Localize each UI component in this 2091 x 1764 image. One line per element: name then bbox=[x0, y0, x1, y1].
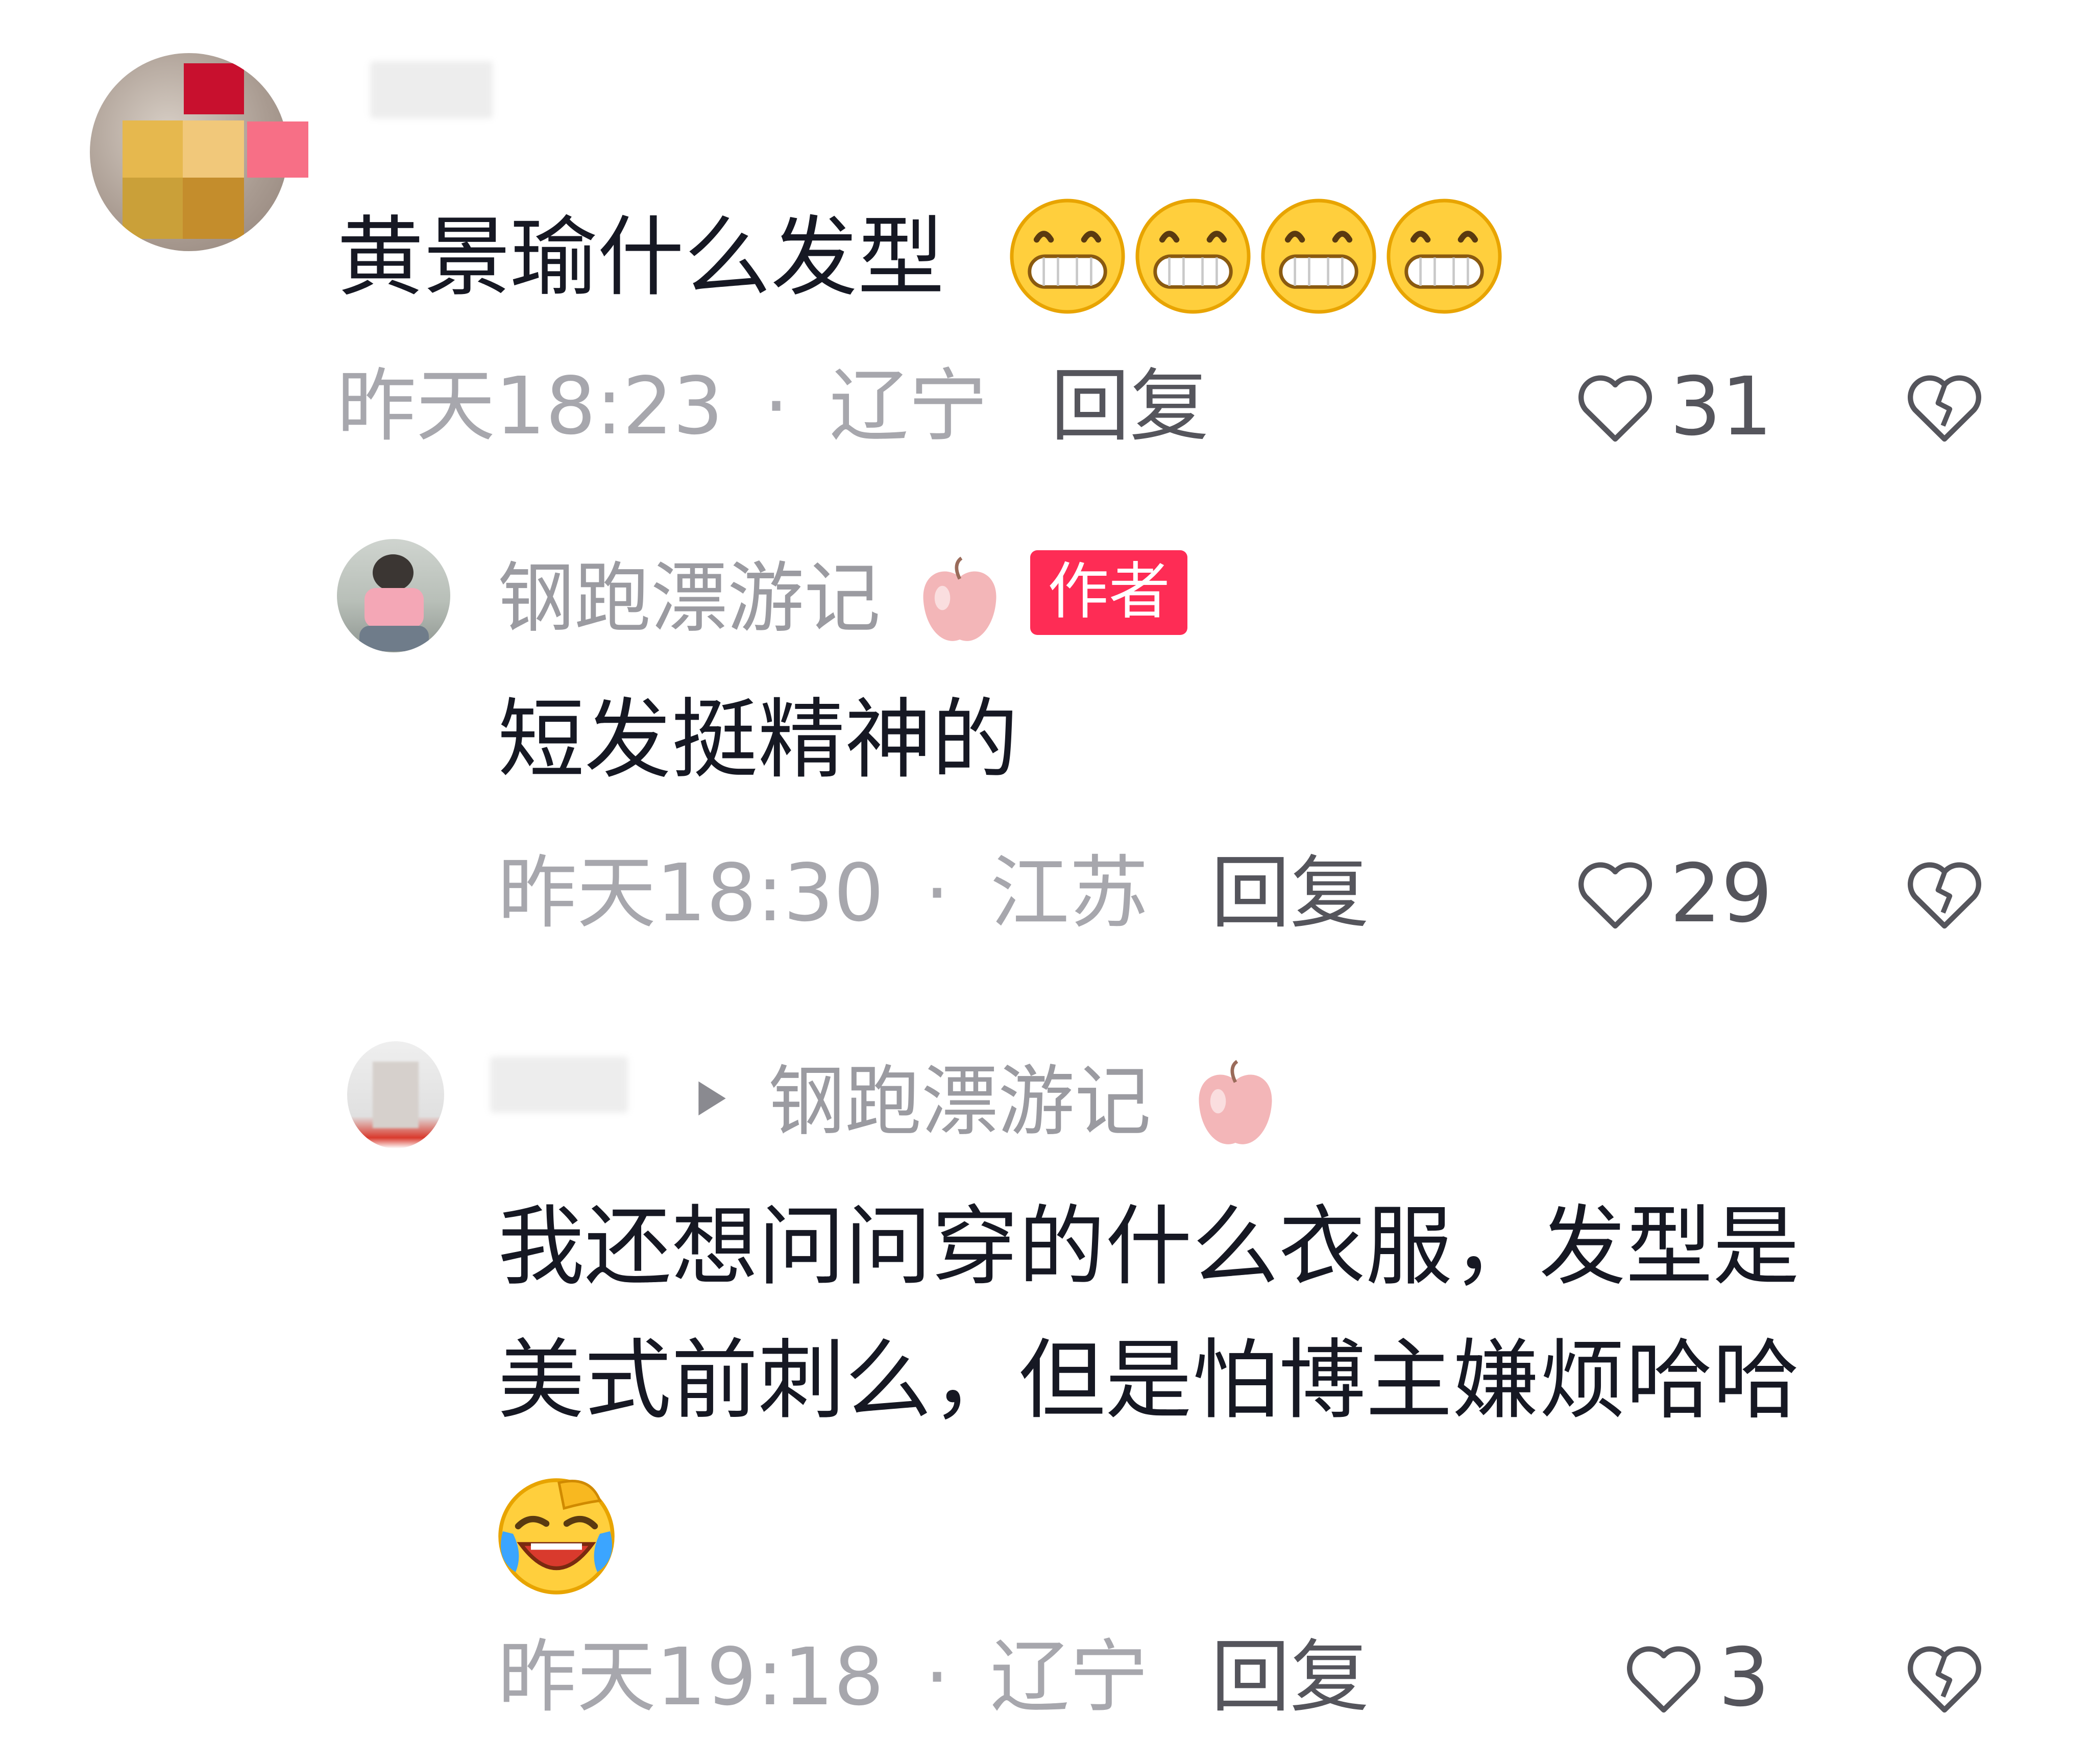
like-count: 3 bbox=[1718, 1631, 1770, 1725]
like-button[interactable]: 29 bbox=[1570, 848, 1772, 939]
like-count: 31 bbox=[1670, 360, 1773, 454]
reply-meta: 昨天18:30 · 江苏 bbox=[498, 853, 1149, 933]
reply-location: 辽宁 bbox=[990, 1631, 1149, 1723]
reply-text-line1: 我还想问问穿的什么衣服，发型是 bbox=[498, 1196, 1800, 1297]
grin-icon bbox=[1261, 199, 1376, 314]
reply-button[interactable]: 回复 bbox=[1051, 366, 1209, 446]
meta-separator: · bbox=[763, 360, 789, 452]
apple-icon bbox=[1199, 1060, 1272, 1144]
blurred-username[interactable] bbox=[490, 1057, 628, 1113]
replier-avatar[interactable] bbox=[347, 1041, 444, 1148]
dislike-broken-heart-icon[interactable] bbox=[1899, 361, 1990, 452]
comment-emoji-row bbox=[1008, 197, 1503, 315]
reply-button[interactable]: 回复 bbox=[1211, 853, 1369, 933]
meta-separator: · bbox=[924, 847, 950, 939]
reply-arrow-icon bbox=[698, 1081, 726, 1116]
reply-time: 昨天18:30 bbox=[498, 847, 884, 939]
author-avatar[interactable] bbox=[337, 539, 450, 652]
like-count: 29 bbox=[1670, 847, 1773, 941]
reply-meta: 昨天19:18 · 辽宁 bbox=[498, 1637, 1149, 1717]
reply-to-username[interactable]: 钢跑漂游记 bbox=[768, 1064, 1151, 1140]
heart-icon bbox=[1578, 862, 1652, 929]
grin-icon bbox=[1135, 199, 1251, 314]
reply-button[interactable]: 回复 bbox=[1211, 1637, 1369, 1717]
like-button[interactable]: 3 bbox=[1618, 1632, 1770, 1723]
heart-icon bbox=[1627, 1646, 1700, 1713]
comment-location: 辽宁 bbox=[829, 360, 988, 452]
comment-meta: 昨天18:23 · 辽宁 bbox=[337, 366, 988, 446]
laugh-cry-icon bbox=[498, 1478, 615, 1595]
author-badge: 作者 bbox=[1030, 550, 1187, 635]
comment-text: 黄景瑜什么发型 bbox=[337, 207, 945, 308]
reply-text-line2: 美式前刺么，但是怕博主嫌烦哈哈 bbox=[498, 1330, 1800, 1431]
meta-separator: · bbox=[924, 1631, 950, 1723]
blurred-username[interactable] bbox=[370, 61, 493, 118]
grin-icon bbox=[1010, 199, 1125, 314]
dislike-broken-heart-icon[interactable] bbox=[1899, 848, 1990, 939]
author-username[interactable]: 钢跑漂游记 bbox=[498, 560, 881, 637]
reply-time: 昨天19:18 bbox=[498, 1631, 884, 1723]
like-button[interactable]: 31 bbox=[1570, 361, 1772, 452]
heart-icon bbox=[1578, 375, 1652, 442]
reply-text: 短发挺精神的 bbox=[498, 690, 1019, 791]
grin-icon bbox=[1387, 199, 1502, 314]
apple-icon bbox=[923, 556, 996, 641]
comment-time: 昨天18:23 bbox=[337, 360, 723, 452]
avatar-pixel-fragment bbox=[247, 121, 308, 178]
dislike-broken-heart-icon[interactable] bbox=[1899, 1632, 1990, 1723]
reply-location: 江苏 bbox=[990, 847, 1149, 939]
